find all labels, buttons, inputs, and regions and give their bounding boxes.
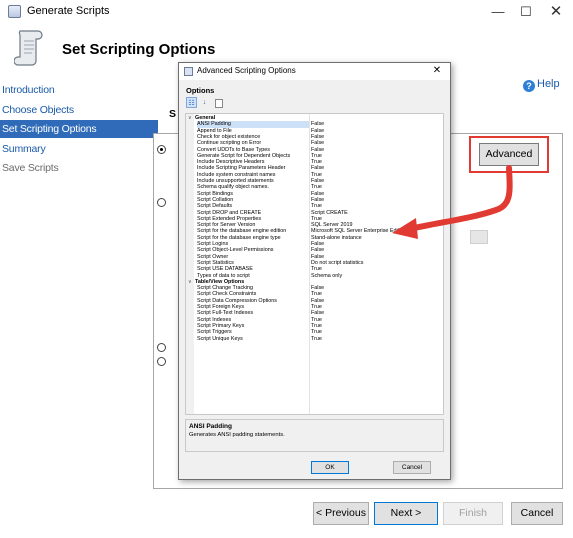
nav-item-summary[interactable]: Summary: [0, 140, 158, 158]
nav-item-introduction[interactable]: Introduction: [0, 81, 158, 99]
highlight-box: [469, 136, 549, 173]
sort-alphabetical-icon[interactable]: ↓: [199, 97, 210, 108]
next-button[interactable]: Next >: [374, 502, 438, 525]
options-property-grid[interactable]: ∨ General ANSI Padding False Append to File F…: [185, 113, 444, 415]
generate-scripts-icon: [8, 5, 21, 18]
dialog-cancel-button[interactable]: Cancel: [393, 461, 431, 474]
minimize-button[interactable]: —: [487, 2, 509, 22]
radio-option-2[interactable]: [157, 198, 166, 207]
description-text: Generates ANSI padding statements.: [189, 432, 285, 438]
close-button[interactable]: ✕: [545, 2, 567, 22]
scroll-icon: [14, 30, 43, 66]
radio-option-3[interactable]: [157, 343, 166, 352]
page-title: Set Scripting Options: [62, 41, 216, 58]
wizard-nav: Introduction Choose Objects Set Scriptin…: [0, 74, 158, 474]
option-name: Script Unique Keys: [197, 335, 243, 342]
description-title: ANSI Padding: [189, 423, 232, 430]
finish-button[interactable]: Finish: [443, 502, 503, 525]
nav-item-save-scripts[interactable]: Save Scripts: [0, 159, 158, 177]
title-bar: Generate Scripts — ☐ ✕: [0, 0, 573, 24]
maximize-button[interactable]: ☐: [515, 2, 537, 22]
help-link[interactable]: ? Help: [523, 78, 560, 92]
window-title: Generate Scripts: [27, 5, 110, 17]
nav-item-choose-objects[interactable]: Choose Objects: [0, 101, 158, 119]
description-panel: ANSI Padding Generates ANSI padding stat…: [185, 419, 444, 452]
advanced-scripting-options-dialog: Advanced Scripting Options ✕ Options ☷ ↓…: [178, 62, 451, 480]
property-pages-icon[interactable]: [213, 97, 224, 108]
cancel-button[interactable]: Cancel: [511, 502, 563, 525]
ellipsis-button[interactable]: [470, 230, 488, 244]
dialog-close-button[interactable]: ✕: [430, 64, 444, 78]
option-value[interactable]: True: [311, 336, 322, 342]
dialog-icon: [184, 67, 193, 76]
output-type-label: S: [169, 108, 177, 120]
option-row[interactable]: Script Unique Keys True: [186, 336, 443, 342]
help-icon: ?: [523, 80, 535, 92]
nav-item-set-scripting-options[interactable]: Set Scripting Options: [0, 120, 158, 138]
property-grid-toolbar: ☷ ↓: [186, 97, 226, 109]
help-label: Help: [537, 78, 560, 90]
dialog-title: Advanced Scripting Options: [197, 66, 296, 75]
categorized-icon[interactable]: ☷: [186, 97, 197, 108]
options-heading: Options: [186, 86, 215, 95]
radio-option-1[interactable]: [157, 145, 166, 154]
previous-button[interactable]: < Previous: [313, 502, 369, 525]
dialog-title-bar: Advanced Scripting Options ✕: [179, 63, 450, 80]
radio-option-4[interactable]: [157, 357, 166, 366]
ok-button[interactable]: OK: [311, 461, 349, 474]
